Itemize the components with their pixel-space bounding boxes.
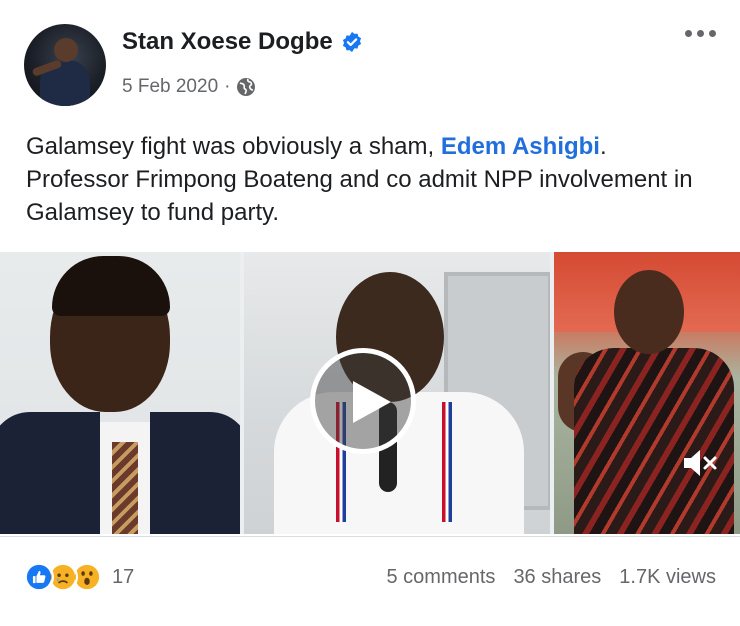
shares-count[interactable]: 36 shares bbox=[513, 566, 601, 589]
divider bbox=[0, 536, 740, 537]
reaction-count: 17 bbox=[112, 565, 135, 588]
reactions-summary[interactable]: 17 bbox=[24, 562, 134, 592]
author-name-row: Stan Xoese Dogbe bbox=[122, 28, 363, 56]
globe-icon bbox=[237, 78, 256, 96]
mention-link[interactable]: Edem Ashigbi bbox=[441, 133, 600, 160]
author-name[interactable]: Stan Xoese Dogbe bbox=[122, 28, 333, 56]
photo-panel-left bbox=[0, 252, 240, 534]
photo-panel-right bbox=[554, 252, 740, 534]
meta-separator: · bbox=[224, 76, 231, 97]
video-thumbnail[interactable] bbox=[0, 252, 740, 534]
post-date[interactable]: 5 Feb 2020 bbox=[122, 76, 218, 98]
like-reaction-icon bbox=[24, 562, 54, 592]
facebook-post: Stan Xoese Dogbe 5 Feb 2020 · Galamsey f… bbox=[0, 0, 740, 626]
post-text: Galamsey fight was obviously a sham, Ede… bbox=[26, 130, 716, 229]
play-button[interactable] bbox=[310, 348, 416, 454]
comments-count[interactable]: 5 comments bbox=[387, 566, 496, 589]
views-count: 1.7K views bbox=[619, 566, 716, 588]
mute-icon[interactable] bbox=[682, 448, 718, 478]
play-icon bbox=[353, 381, 391, 423]
verified-badge-icon bbox=[342, 31, 361, 53]
post-text-part1: Galamsey fight was obviously a sham, bbox=[26, 133, 441, 160]
author-avatar[interactable] bbox=[24, 24, 106, 106]
more-options-icon[interactable] bbox=[685, 30, 716, 37]
post-meta: 5 Feb 2020 · bbox=[122, 76, 256, 98]
engagement-stats: 5 comments 36 shares 1.7K views bbox=[387, 566, 717, 589]
